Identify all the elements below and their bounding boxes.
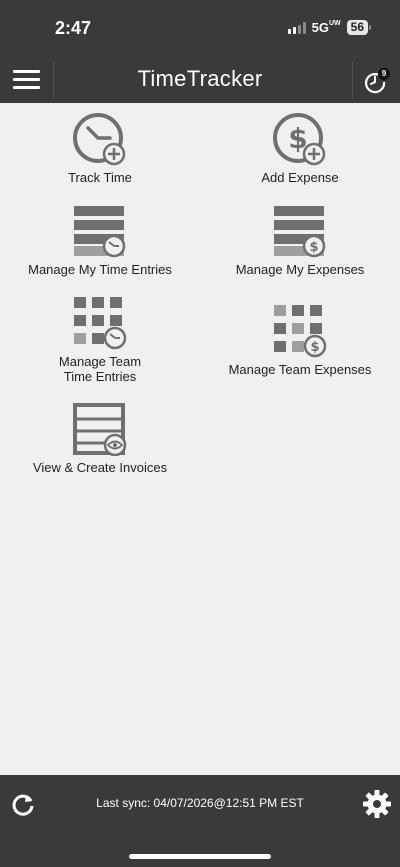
- grid-clock-icon: [74, 297, 127, 350]
- header-divider-right: [352, 62, 353, 98]
- gear-icon[interactable]: [362, 789, 392, 819]
- view-create-invoices-tile[interactable]: View & Create Invoices: [0, 402, 200, 475]
- tile-label: Manage My Time Entries: [28, 262, 172, 277]
- tile-label: Manage My Expenses: [235, 262, 365, 277]
- invoice-eye-icon: [73, 403, 127, 456]
- tile-label-line1: Manage Team: [58, 354, 142, 369]
- last-sync-text: Last sync: 04/07/2026@12:51 PM EST: [96, 796, 304, 810]
- add-expense-tile[interactable]: $ Add Expense: [200, 112, 400, 185]
- status-time: 2:47: [55, 18, 92, 38]
- status-indicators: 5GUW 56: [287, 20, 372, 35]
- home-indicator-area: [0, 833, 400, 867]
- app-title: TimeTracker: [137, 66, 263, 91]
- manage-team-time-entries-tile[interactable]: Manage Team Time Entries: [0, 296, 200, 384]
- manage-my-time-entries-tile[interactable]: Manage My Time Entries: [0, 204, 200, 277]
- svg-text:$: $: [310, 340, 319, 355]
- tile-label-line2: Time Entries: [63, 369, 137, 384]
- battery-icon: 56: [346, 20, 372, 35]
- track-time-tile[interactable]: Track Time: [0, 112, 200, 185]
- tile-label: Track Time: [68, 170, 132, 185]
- app-header: 2:47 5GUW 56 TimeTracker 9: [0, 0, 400, 103]
- svg-text:$: $: [309, 240, 318, 255]
- signal-icon: [287, 21, 306, 34]
- list-clock-icon: [74, 206, 126, 258]
- tile-label: Manage Team Expenses: [228, 362, 372, 377]
- dollar-plus-icon: $: [273, 113, 326, 166]
- manage-team-expenses-tile[interactable]: $ Manage Team Expenses: [200, 304, 400, 377]
- grid-dollar-icon: $: [274, 305, 327, 358]
- clock-plus-icon: [73, 113, 126, 166]
- tile-label: View & Create Invoices: [32, 460, 168, 475]
- list-dollar-icon: $: [274, 206, 326, 258]
- home-indicator[interactable]: [129, 854, 271, 859]
- network-label: 5GUW: [311, 20, 341, 35]
- manage-my-expenses-tile[interactable]: $ Manage My Expenses: [200, 204, 400, 277]
- tile-label: Add Expense: [261, 170, 339, 185]
- sync-footer: Last sync: 04/07/2026@12:51 PM EST: [0, 775, 400, 833]
- notification-badge: 9: [378, 68, 390, 80]
